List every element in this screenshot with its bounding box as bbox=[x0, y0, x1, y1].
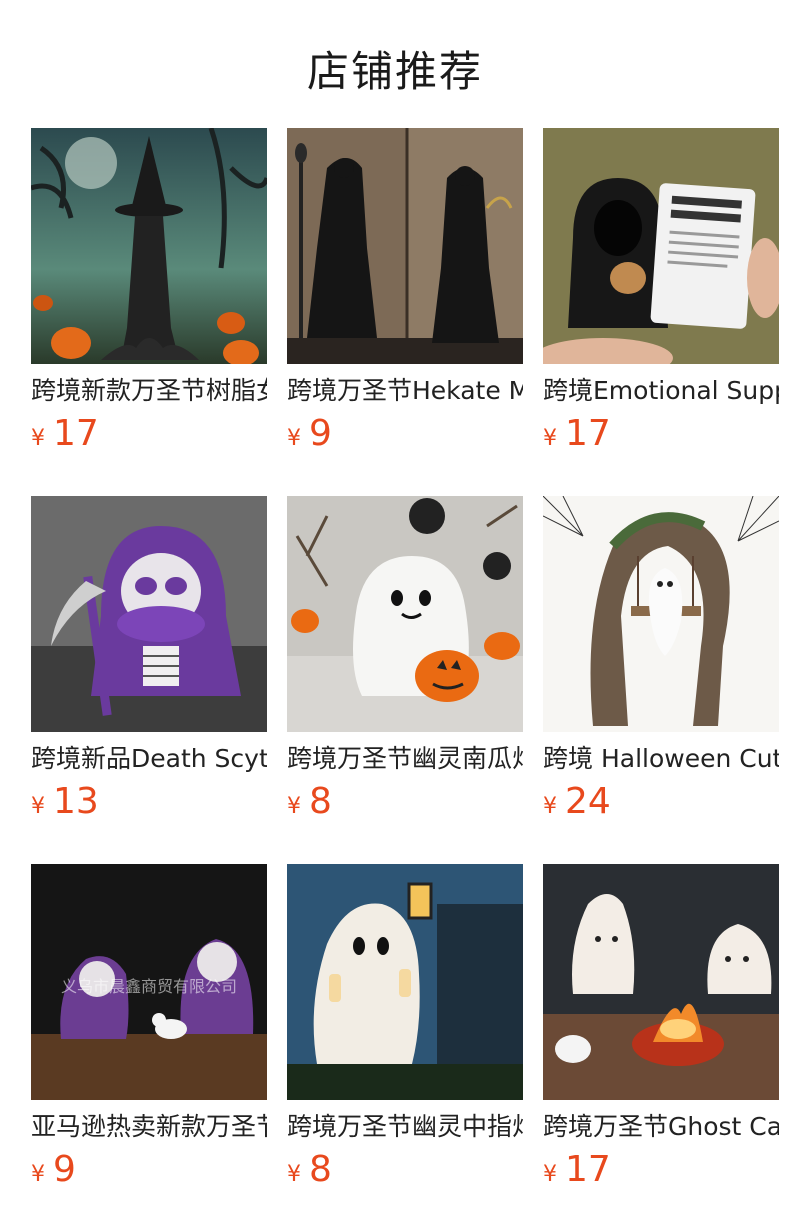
product-name: 跨境 Halloween Cute Ghost bbox=[543, 744, 779, 773]
product-name: 跨境万圣节Ghost Campfire bbox=[543, 1112, 779, 1141]
product-name: 跨境新款万圣节树脂女巫 bbox=[31, 376, 267, 405]
product-image[interactable] bbox=[287, 128, 523, 364]
product-price: ¥8 bbox=[287, 1150, 523, 1196]
product-card[interactable]: 跨境 Halloween Cute Ghost ¥24 bbox=[543, 496, 779, 828]
price-amount: 13 bbox=[53, 781, 99, 822]
price-amount: 17 bbox=[565, 413, 611, 454]
currency-symbol: ¥ bbox=[543, 794, 557, 819]
currency-symbol: ¥ bbox=[31, 426, 45, 451]
product-image[interactable] bbox=[543, 496, 779, 732]
product-price: ¥17 bbox=[31, 414, 267, 460]
product-card[interactable]: 义乌市晨鑫商贸有限公司 亚马逊热卖新款万圣节 ¥9 bbox=[31, 864, 267, 1196]
product-image[interactable] bbox=[31, 128, 267, 364]
product-price: ¥17 bbox=[543, 414, 779, 460]
currency-symbol: ¥ bbox=[31, 794, 45, 819]
watermark-text: 义乌市晨鑫商贸有限公司 bbox=[61, 977, 237, 996]
product-image[interactable] bbox=[287, 864, 523, 1100]
product-card[interactable]: 跨境万圣节幽灵南瓜灯 ¥8 bbox=[287, 496, 523, 828]
price-amount: 9 bbox=[309, 413, 332, 454]
currency-symbol: ¥ bbox=[543, 1162, 557, 1187]
currency-symbol: ¥ bbox=[31, 1162, 45, 1187]
currency-symbol: ¥ bbox=[287, 426, 301, 451]
product-price: ¥9 bbox=[31, 1150, 267, 1196]
product-card[interactable]: 跨境Emotional Support Grim Reaper ¥17 bbox=[543, 128, 779, 460]
product-card[interactable]: 跨境新品Death Scythe ¥13 bbox=[31, 496, 267, 828]
price-amount: 17 bbox=[53, 413, 99, 454]
page-title: 店铺推荐 bbox=[306, 47, 483, 96]
price-amount: 17 bbox=[565, 1149, 611, 1190]
product-name: 跨境万圣节幽灵中指灯 bbox=[287, 1112, 523, 1141]
price-amount: 8 bbox=[309, 1149, 332, 1190]
currency-symbol: ¥ bbox=[287, 1162, 301, 1187]
currency-symbol: ¥ bbox=[287, 794, 301, 819]
product-card[interactable]: 跨境万圣节幽灵中指灯 ¥8 bbox=[287, 864, 523, 1196]
product-price: ¥13 bbox=[31, 782, 267, 828]
product-image[interactable] bbox=[31, 496, 267, 732]
product-card[interactable]: 跨境新款万圣节树脂女巫 ¥17 bbox=[31, 128, 267, 460]
product-name: 跨境万圣节Hekate Moon bbox=[287, 376, 523, 405]
price-amount: 9 bbox=[53, 1149, 76, 1190]
product-name: 跨境Emotional Support Grim Reaper bbox=[543, 376, 779, 405]
price-amount: 8 bbox=[309, 781, 332, 822]
product-image[interactable] bbox=[287, 496, 523, 732]
product-price: ¥9 bbox=[287, 414, 523, 460]
product-name: 跨境新品Death Scythe bbox=[31, 744, 267, 773]
product-price: ¥8 bbox=[287, 782, 523, 828]
currency-symbol: ¥ bbox=[543, 426, 557, 451]
product-price: ¥17 bbox=[543, 1150, 779, 1196]
product-price: ¥24 bbox=[543, 782, 779, 828]
product-name: 亚马逊热卖新款万圣节 bbox=[31, 1112, 267, 1141]
product-name: 跨境万圣节幽灵南瓜灯 bbox=[287, 744, 523, 773]
product-image[interactable] bbox=[543, 864, 779, 1100]
product-card[interactable]: 跨境万圣节Ghost Campfire ¥17 bbox=[543, 864, 779, 1196]
product-image[interactable]: 义乌市晨鑫商贸有限公司 bbox=[31, 864, 267, 1100]
product-card[interactable]: 跨境万圣节Hekate Moon ¥9 bbox=[287, 128, 523, 460]
product-image[interactable] bbox=[543, 128, 779, 364]
price-amount: 24 bbox=[565, 781, 611, 822]
